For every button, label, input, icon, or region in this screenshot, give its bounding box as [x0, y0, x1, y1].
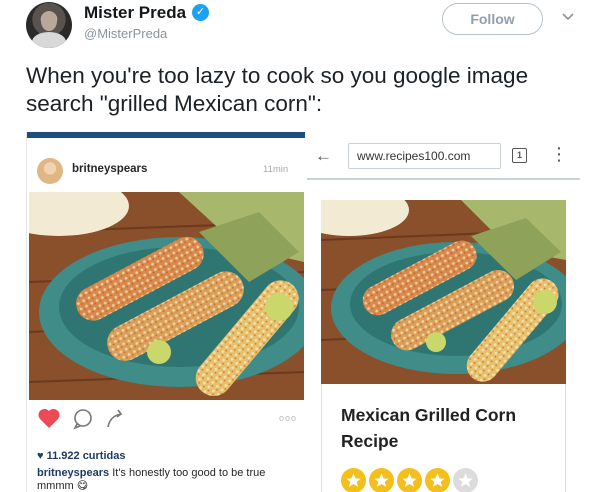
caption-username[interactable]: britneyspears: [37, 467, 109, 479]
comment-icon[interactable]: [72, 408, 94, 430]
star-icon: [341, 468, 366, 492]
tabs-icon[interactable]: 1: [512, 148, 527, 163]
post-username[interactable]: britneyspears: [72, 163, 147, 175]
likes-text: 11.922 curtidas: [46, 450, 126, 462]
post-caption: britneyspears It's honestly too good to …: [37, 467, 299, 492]
verified-badge-icon: ✓: [192, 4, 209, 21]
post-avatar[interactable]: [37, 158, 63, 184]
more-options-icon[interactable]: ooo: [279, 413, 297, 423]
star-icon: [397, 468, 422, 492]
follow-button[interactable]: Follow: [442, 3, 543, 35]
avatar[interactable]: [26, 2, 72, 48]
display-name[interactable]: Mister Preda: [84, 3, 186, 23]
post-actions: ooo: [37, 407, 302, 431]
recipe-title[interactable]: Mexican Grilled Corn Recipe: [341, 402, 561, 454]
browser-toolbar: ← www.recipes100.com 1 ⋮: [307, 132, 580, 180]
back-arrow-icon[interactable]: ←: [315, 146, 332, 166]
grilled-corn-photo: [29, 192, 304, 400]
tweet-text: When you're too lazy to cook so you goog…: [26, 63, 529, 116]
star-empty-icon: [453, 468, 478, 492]
chevron-down-icon[interactable]: [560, 9, 576, 25]
app-top-bar: [27, 132, 305, 138]
instagram-post: britneyspears 11min ooo ♥ 11.922 curtida…: [26, 132, 305, 492]
browser-window: ← www.recipes100.com 1 ⋮ Mexican Grilled…: [307, 132, 580, 492]
star-icon: [425, 468, 450, 492]
heart-icon[interactable]: [37, 407, 61, 429]
menu-icon[interactable]: ⋮: [550, 144, 568, 165]
url-bar[interactable]: www.recipes100.com: [348, 143, 501, 169]
grilled-corn-photo: [321, 200, 566, 384]
user-handle[interactable]: @MisterPreda: [84, 26, 167, 41]
share-icon[interactable]: [105, 408, 127, 430]
star-icon: [369, 468, 394, 492]
likes-count: ♥ 11.922 curtidas: [37, 450, 126, 462]
post-time: 11min: [263, 164, 289, 175]
